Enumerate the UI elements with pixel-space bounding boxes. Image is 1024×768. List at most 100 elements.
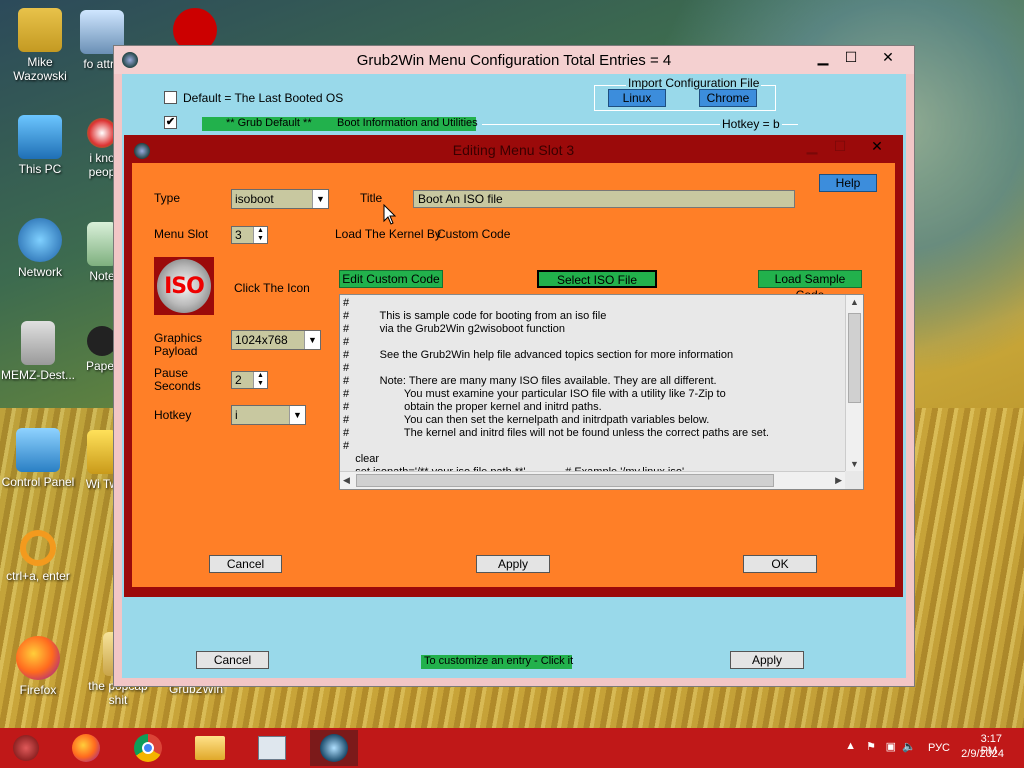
desktop-icon-ctrl-a-enter[interactable]: ctrl+a, enter	[0, 530, 76, 583]
desktop-icon-firefox[interactable]: Firefox	[0, 636, 76, 697]
edit-custom-code-button[interactable]: Edit Custom Code	[339, 270, 443, 288]
taskbar: ▲ ⚑ ▣ 🔈 РУС 3:17 PM 2/9/2024	[0, 728, 1024, 768]
dialog-close-button[interactable]: ✕	[855, 137, 899, 157]
seconds-label: Seconds	[154, 379, 201, 393]
hotkey-select[interactable]: i ▼	[231, 405, 306, 425]
close-button[interactable]: ✕	[866, 48, 910, 68]
network-tray-icon[interactable]: ▣	[886, 740, 896, 753]
start-icon	[13, 735, 39, 761]
import-linux-button[interactable]: Linux	[608, 89, 666, 107]
chevron-down-icon: ▼	[289, 406, 305, 424]
code-line[interactable]: clear	[343, 453, 843, 466]
scroll-up-icon[interactable]: ▲	[850, 297, 859, 307]
dialog-minimize-button[interactable]: ▁	[799, 137, 825, 157]
scroll-right-icon[interactable]: ▶	[835, 475, 842, 486]
firefox-icon	[16, 636, 60, 680]
code-line[interactable]: #	[343, 297, 843, 310]
desktop-icon-label: MEMZ-Dest...	[1, 368, 75, 382]
taskbar-task-manager[interactable]	[248, 730, 296, 766]
taskbar-grub2win[interactable]	[310, 730, 358, 766]
code-line[interactable]: # This is sample code for booting from a…	[343, 310, 843, 323]
ring-icon	[20, 530, 56, 566]
recycle-bin-icon	[21, 321, 55, 365]
clock-date[interactable]: 2/9/2024	[961, 748, 1004, 760]
desktop-icon-label: ctrl+a, enter	[6, 569, 70, 583]
firefox-icon	[72, 734, 100, 762]
title-input[interactable]: Boot An ISO file	[413, 190, 795, 208]
desktop-icon-label: Mike Wazowski	[13, 55, 67, 83]
desktop-icon-mike-wazowski[interactable]: Mike Wazowski	[2, 8, 78, 83]
type-select-value: isoboot	[235, 192, 274, 206]
taskbar-firefox[interactable]	[62, 730, 110, 766]
entry-checkbox[interactable]: ✔	[164, 116, 177, 129]
code-line[interactable]: # via the Grub2Win g2wisoboot function	[343, 323, 843, 336]
select-iso-file-button[interactable]: Select ISO File	[537, 270, 657, 288]
dialog-apply-button[interactable]: Apply	[476, 555, 550, 573]
chevron-down-icon: ▼	[304, 331, 320, 349]
code-line[interactable]: # obtain the proper kernel and initrd pa…	[343, 401, 843, 414]
iso-icon-button[interactable]: ISO	[154, 257, 214, 315]
code-line[interactable]: # See the Grub2Win help file advanced to…	[343, 349, 843, 362]
desktop-icon-memz[interactable]: MEMZ-Dest...	[0, 321, 76, 382]
language-indicator[interactable]: РУС	[928, 742, 950, 754]
scroll-down-icon[interactable]: ▼	[850, 459, 859, 469]
code-line[interactable]: # You can then set the kernelpath and in…	[343, 414, 843, 427]
type-label: Type	[154, 191, 181, 205]
grub-default-entry[interactable]: ** Grub Default ** Boot Information and …	[202, 117, 478, 131]
code-line[interactable]: #	[343, 440, 843, 453]
entry-title: Boot Information and Utilities	[337, 117, 478, 129]
main-window-titlebar[interactable]: Grub2Win Menu Configuration Total Entrie…	[114, 46, 914, 74]
taskbar-file-explorer[interactable]	[186, 730, 234, 766]
grub2win-icon	[320, 734, 348, 762]
desktop-icon-label: Note	[89, 269, 115, 283]
pause-seconds-stepper[interactable]: 2 ▲ ▼	[231, 371, 268, 389]
default-last-booted-checkbox[interactable]	[164, 91, 177, 104]
flag-icon[interactable]: ⚑	[866, 740, 876, 753]
stepper-arrows-icon[interactable]: ▲ ▼	[253, 227, 267, 243]
desktop-icon-network[interactable]: Network	[2, 218, 78, 279]
vertical-scrollbar[interactable]: ▲ ▼	[845, 295, 863, 471]
chrome-icon	[134, 734, 162, 762]
code-lines[interactable]: # # This is sample code for booting from …	[343, 297, 843, 471]
code-line[interactable]: #	[343, 336, 843, 349]
taskbar-chrome[interactable]	[124, 730, 172, 766]
minimize-button[interactable]: ▁	[810, 48, 836, 68]
import-chrome-button[interactable]: Chrome	[699, 89, 757, 107]
maximize-button[interactable]: ☐	[838, 48, 864, 68]
mouse-cursor-icon	[383, 204, 397, 225]
dialog-title: Editing Menu Slot 3	[452, 142, 575, 158]
volume-muted-icon[interactable]: 🔈	[902, 740, 916, 753]
horizontal-scroll-thumb[interactable]	[356, 474, 774, 487]
help-button[interactable]: Help	[819, 174, 877, 192]
tray-arrow-icon[interactable]: ▲	[845, 740, 856, 752]
graphics-select[interactable]: 1024x768 ▼	[231, 330, 321, 350]
dialog-ok-button[interactable]: OK	[743, 555, 817, 573]
desktop-icon-control-panel[interactable]: Control Panel	[0, 428, 76, 489]
scroll-left-icon[interactable]: ◀	[343, 475, 350, 486]
dialog-maximize-button[interactable]: ☐	[827, 137, 853, 157]
main-cancel-button[interactable]: Cancel	[196, 651, 269, 669]
load-kernel-label: Load The Kernel By	[335, 227, 441, 241]
hotkey-label: Hotkey	[154, 408, 192, 422]
menu-slot-label: Menu Slot	[154, 227, 209, 241]
pause-label: Pause	[154, 366, 189, 380]
start-button[interactable]	[2, 730, 50, 766]
code-line[interactable]: # The kernel and initrd files will not b…	[343, 427, 843, 440]
vertical-scroll-thumb[interactable]	[848, 313, 861, 403]
type-select[interactable]: isoboot ▼	[231, 189, 329, 209]
desktop-icon-label: Firefox	[19, 683, 57, 697]
payload-label: Payload	[154, 344, 198, 358]
stepper-arrows-icon[interactable]: ▲ ▼	[253, 372, 267, 388]
dialog-cancel-button[interactable]: Cancel	[209, 555, 282, 573]
desktop-icon-this-pc[interactable]: This PC	[2, 115, 78, 176]
chevron-down-icon: ▼	[312, 190, 328, 208]
code-line[interactable]: # Note: There are many many ISO files av…	[343, 375, 843, 388]
click-icon-label: Click The Icon	[234, 281, 310, 295]
load-sample-code-button[interactable]: Load Sample Code	[758, 270, 862, 302]
code-line[interactable]: # You must examine your particular ISO f…	[343, 388, 843, 401]
main-apply-button[interactable]: Apply	[730, 651, 804, 669]
horizontal-scrollbar[interactable]: ◀ ▶	[340, 471, 845, 489]
menu-slot-stepper[interactable]: 3 ▲ ▼	[231, 226, 268, 244]
custom-code-editor[interactable]: # # This is sample code for booting from …	[339, 294, 864, 490]
code-line[interactable]: #	[343, 362, 843, 375]
